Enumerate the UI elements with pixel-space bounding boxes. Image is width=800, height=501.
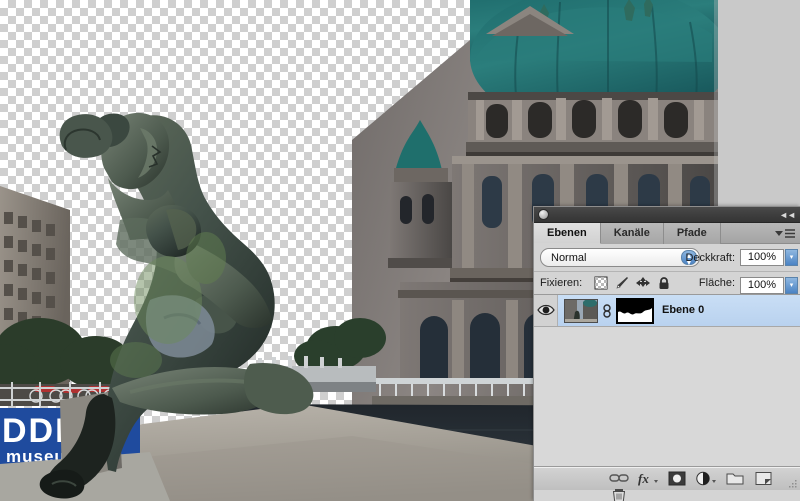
lock-image-pixels-brush-icon[interactable]: [615, 276, 633, 291]
layer-style-fx-icon[interactable]: fx: [635, 471, 661, 488]
opacity-label: Deckkraft:: [685, 252, 735, 264]
panel-titlebar[interactable]: ◄◄: [534, 207, 800, 223]
layer-name[interactable]: Ebene 0: [662, 304, 704, 316]
panel-footer[interactable]: fx: [534, 467, 800, 501]
blend-mode-value: Normal: [551, 252, 587, 264]
layers-panel[interactable]: ◄◄ Ebenen Kanäle Pfade Normal ▲ ▼ Deckkr…: [533, 206, 800, 501]
collapse-to-icons-icon[interactable]: ◄◄: [779, 210, 796, 220]
tab-pfade[interactable]: Pfade: [663, 223, 721, 244]
delete-layer-trash-icon[interactable]: [606, 488, 632, 501]
add-layer-mask-icon[interactable]: [664, 471, 690, 488]
footer-button-group[interactable]: fx: [606, 471, 800, 501]
lock-all-padlock-icon[interactable]: [657, 276, 675, 291]
panel-grip-dot[interactable]: [538, 209, 549, 220]
new-group-folder-icon[interactable]: [722, 471, 748, 488]
photoshop-workspace: DDR museum ◄◄ Ebenen Kanäle Pfade Normal…: [0, 0, 800, 501]
fill-label: Fläche:: [698, 277, 735, 289]
lock-row[interactable]: Fixieren: Fläche: 100% ▾: [534, 272, 800, 295]
opacity-dropdown-arrow-icon[interactable]: ▾: [785, 249, 798, 266]
opacity-input[interactable]: 100%: [740, 249, 784, 266]
svg-text:fx: fx: [638, 471, 649, 486]
blend-mode-select[interactable]: Normal ▲ ▼: [540, 248, 700, 267]
layer-thumbnail[interactable]: [564, 299, 598, 323]
new-adjustment-layer-icon[interactable]: [693, 471, 719, 488]
lock-transparent-pixels-icon[interactable]: [594, 276, 612, 291]
fill-dropdown-arrow-icon[interactable]: ▾: [785, 277, 798, 294]
eye-icon[interactable]: [537, 303, 555, 320]
lock-label: Fixieren:: [540, 277, 583, 289]
layer-visibility-toggle[interactable]: [534, 295, 558, 326]
layer-list[interactable]: Ebene 0: [534, 295, 800, 467]
link-layers-icon[interactable]: [606, 471, 632, 488]
layer-mask-thumbnail[interactable]: [616, 298, 654, 324]
layer-mask-link-icon[interactable]: [602, 304, 612, 318]
lock-icons-group[interactable]: [594, 276, 675, 291]
lock-position-move-icon[interactable]: [636, 276, 654, 291]
panel-tabbar[interactable]: Ebenen Kanäle Pfade: [534, 223, 800, 244]
tab-ebenen[interactable]: Ebenen: [534, 223, 601, 244]
panel-resize-grip[interactable]: [788, 479, 798, 489]
new-layer-icon[interactable]: [751, 471, 777, 488]
panel-menu-icon[interactable]: [774, 227, 796, 240]
tab-kanaele[interactable]: Kanäle: [600, 223, 664, 244]
layer-row[interactable]: Ebene 0: [534, 295, 800, 327]
fill-input[interactable]: 100%: [740, 277, 784, 294]
blend-mode-row[interactable]: Normal ▲ ▼ Deckkraft: 100% ▾: [534, 244, 800, 272]
